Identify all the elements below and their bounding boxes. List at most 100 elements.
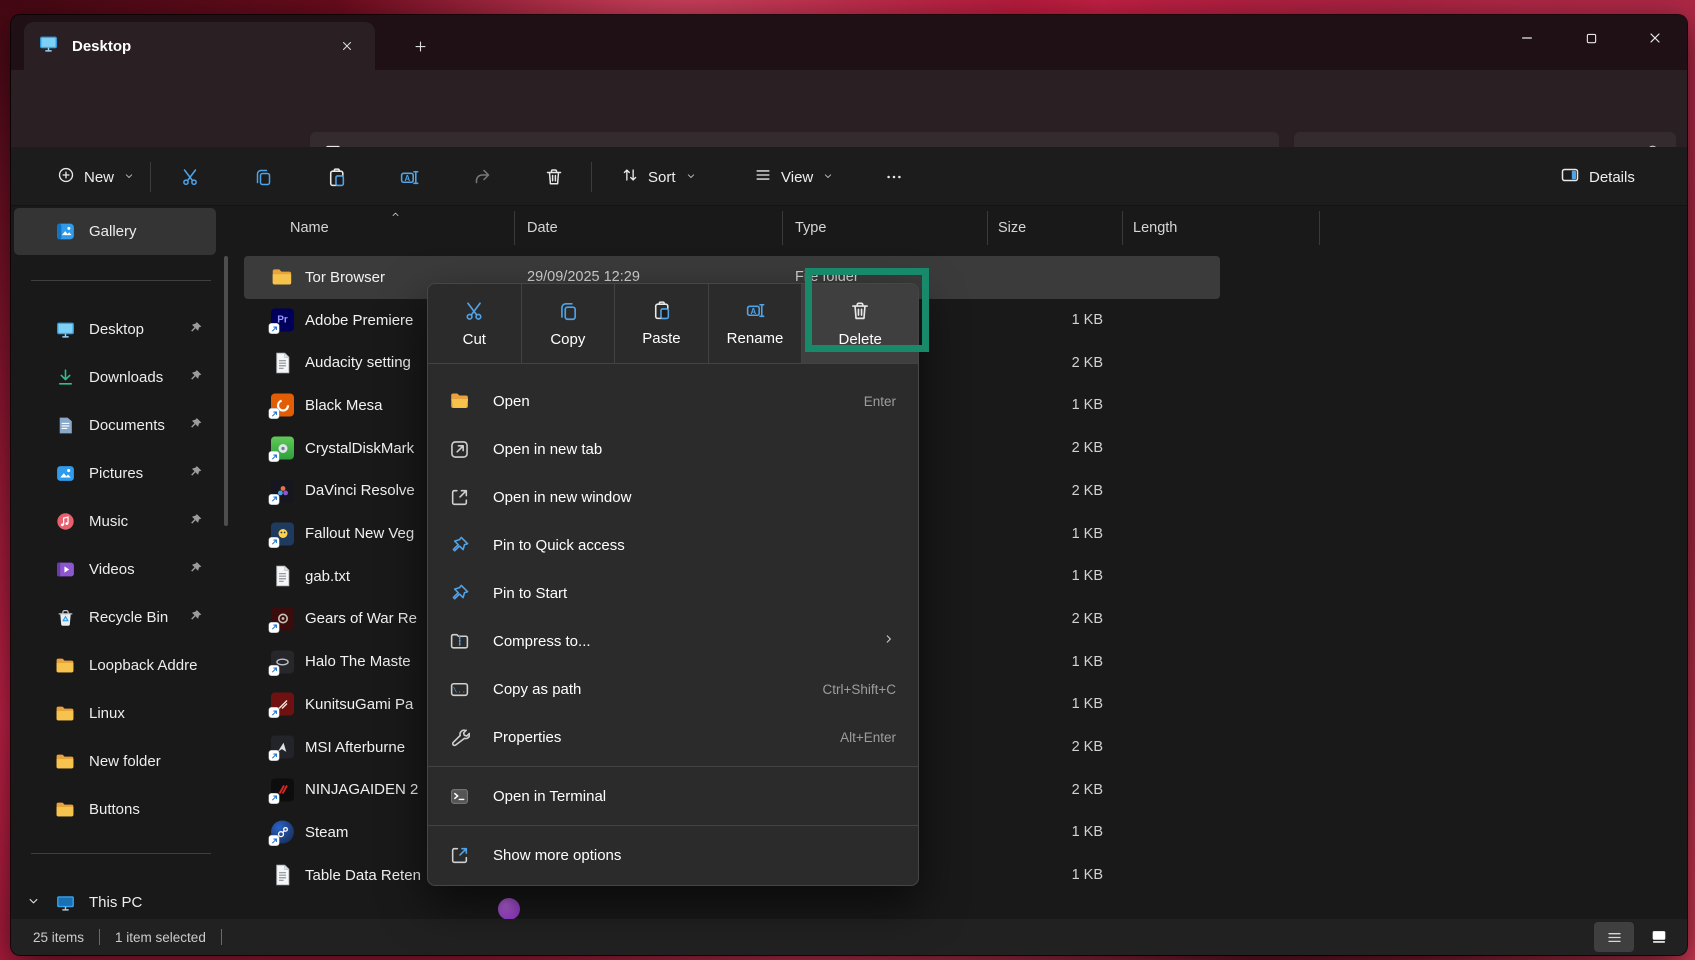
sidebar-item-videos[interactable]: Videos [14, 546, 216, 593]
context-item-copy-as-path[interactable]: \..Copy as pathCtrl+Shift+C [428, 665, 918, 713]
ninja-shortcut-icon [271, 778, 294, 801]
share-button[interactable] [460, 157, 504, 197]
tab-bar: Desktop [11, 15, 1687, 70]
toolbar-divider [150, 162, 151, 192]
paste-button[interactable] [314, 157, 358, 197]
sidebar-item-label: Gallery [89, 223, 137, 240]
file-name: KunitsuGami Pa [305, 683, 413, 726]
sidebar-item-this-pc[interactable]: This PC [14, 879, 216, 919]
context-quick-cut[interactable]: Cut [428, 284, 521, 363]
file-name: Audacity setting [305, 341, 411, 384]
context-item-open[interactable]: OpenEnter [428, 377, 918, 425]
properties-icon [449, 726, 473, 748]
desktop-tab-icon [38, 33, 59, 59]
rename-button[interactable]: A [387, 157, 431, 197]
pin-icon [188, 464, 203, 483]
this-pc-icon [55, 892, 76, 913]
context-quick-paste[interactable]: Paste [614, 284, 708, 363]
context-item-shortcut: Ctrl+Shift+C [822, 682, 896, 697]
file-size: 2 KB [988, 427, 1103, 470]
context-item-label: Open in Terminal [493, 788, 606, 805]
sidebar-scrollbar[interactable] [224, 256, 228, 526]
tab-close-icon[interactable] [333, 32, 361, 60]
folder-icon [271, 266, 294, 289]
context-item-open-in-new-tab[interactable]: Open in new tab [428, 425, 918, 473]
file-name: Fallout New Veg [305, 512, 414, 555]
context-quick-rename[interactable]: ARename [708, 284, 802, 363]
file-size: 1 KB [988, 811, 1103, 854]
context-item-label: Show more options [493, 847, 621, 864]
view-button[interactable]: View [742, 157, 846, 197]
maximize-button[interactable] [1559, 15, 1623, 61]
context-quick-label: Paste [642, 330, 680, 347]
command-bar: New A Sort View Details [11, 147, 1687, 206]
sidebar-item-buttons[interactable]: Buttons [14, 786, 216, 833]
details-view-button[interactable] [1594, 922, 1634, 952]
new-tab-button[interactable] [403, 31, 437, 61]
context-item-pin-to-quick-access[interactable]: Pin to Quick access [428, 521, 918, 569]
context-quick-copy[interactable]: Copy [521, 284, 615, 363]
sidebar-item-music[interactable]: Music [14, 498, 216, 545]
context-item-label: Pin to Start [493, 585, 567, 602]
sidebar-item-desktop[interactable]: Desktop [14, 306, 216, 353]
sidebar-divider [31, 853, 211, 854]
new-button-label: New [84, 169, 114, 186]
svg-text:A: A [404, 173, 410, 182]
sort-button[interactable]: Sort [609, 157, 709, 197]
file-name: gab.txt [305, 555, 350, 598]
copy-icon [557, 300, 579, 326]
premiere-shortcut-icon: Pr [271, 309, 294, 332]
context-item-show-more-options[interactable]: Show more options [428, 831, 918, 879]
sidebar-item-label: Linux [89, 705, 125, 722]
sidebar-item-gallery[interactable]: Gallery [14, 208, 216, 255]
pin-icon [449, 582, 473, 604]
context-item-label: Copy as path [493, 681, 581, 698]
halo-shortcut-icon [271, 650, 294, 673]
context-menu-separator [428, 825, 918, 826]
shortcut-badge-icon [269, 409, 279, 419]
crystaldiskmark-shortcut-icon [271, 437, 294, 460]
context-menu-items: OpenEnterOpen in new tabOpen in new wind… [428, 364, 918, 885]
pin-icon [188, 320, 203, 339]
file-size: 2 KB [988, 598, 1103, 641]
file-size: 1 KB [988, 640, 1103, 683]
context-item-open-in-new-window[interactable]: Open in new window [428, 473, 918, 521]
show-more-icon [449, 844, 473, 866]
sidebar-item-loopback-addre[interactable]: Loopback Addre [14, 642, 216, 689]
partially-visible-item-icon[interactable] [498, 898, 520, 920]
pictures-icon [55, 463, 76, 484]
music-icon [55, 511, 76, 532]
sidebar-item-linux[interactable]: Linux [14, 690, 216, 737]
context-quick-label: Cut [463, 331, 486, 348]
close-button[interactable] [1623, 15, 1687, 61]
new-button[interactable]: New [45, 157, 147, 197]
delete-button[interactable] [532, 157, 576, 197]
sidebar-item-documents[interactable]: Documents [14, 402, 216, 449]
context-quick-label: Rename [727, 330, 784, 347]
context-item-pin-to-start[interactable]: Pin to Start [428, 569, 918, 617]
sidebar-item-recycle-bin[interactable]: Recycle Bin [14, 594, 216, 641]
file-name: Halo The Maste [305, 640, 411, 683]
status-divider [221, 929, 222, 945]
sidebar-item-pictures[interactable]: Pictures [14, 450, 216, 497]
context-item-compress-to-[interactable]: Compress to... [428, 617, 918, 665]
copy-button[interactable] [241, 157, 285, 197]
tab-desktop[interactable]: Desktop [24, 22, 375, 70]
large-icons-view-button[interactable] [1639, 922, 1679, 952]
cut-button[interactable] [168, 157, 212, 197]
minimize-button[interactable] [1495, 15, 1559, 61]
pin-icon [188, 512, 203, 531]
context-item-properties[interactable]: PropertiesAlt+Enter [428, 713, 918, 761]
pin-icon [449, 534, 473, 556]
shortcut-badge-icon [269, 622, 279, 632]
shortcut-badge-icon [269, 452, 279, 462]
file-size: 1 KB [988, 854, 1103, 897]
details-pane-button[interactable]: Details [1548, 157, 1647, 197]
pin-icon [188, 416, 203, 435]
sidebar-item-new-folder[interactable]: New folder [14, 738, 216, 785]
chevron-down-icon[interactable] [26, 893, 41, 912]
see-more-button[interactable] [874, 157, 914, 197]
sidebar-item-downloads[interactable]: Downloads [14, 354, 216, 401]
compress-icon [449, 630, 473, 652]
context-item-open-in-terminal[interactable]: Open in Terminal [428, 772, 918, 820]
